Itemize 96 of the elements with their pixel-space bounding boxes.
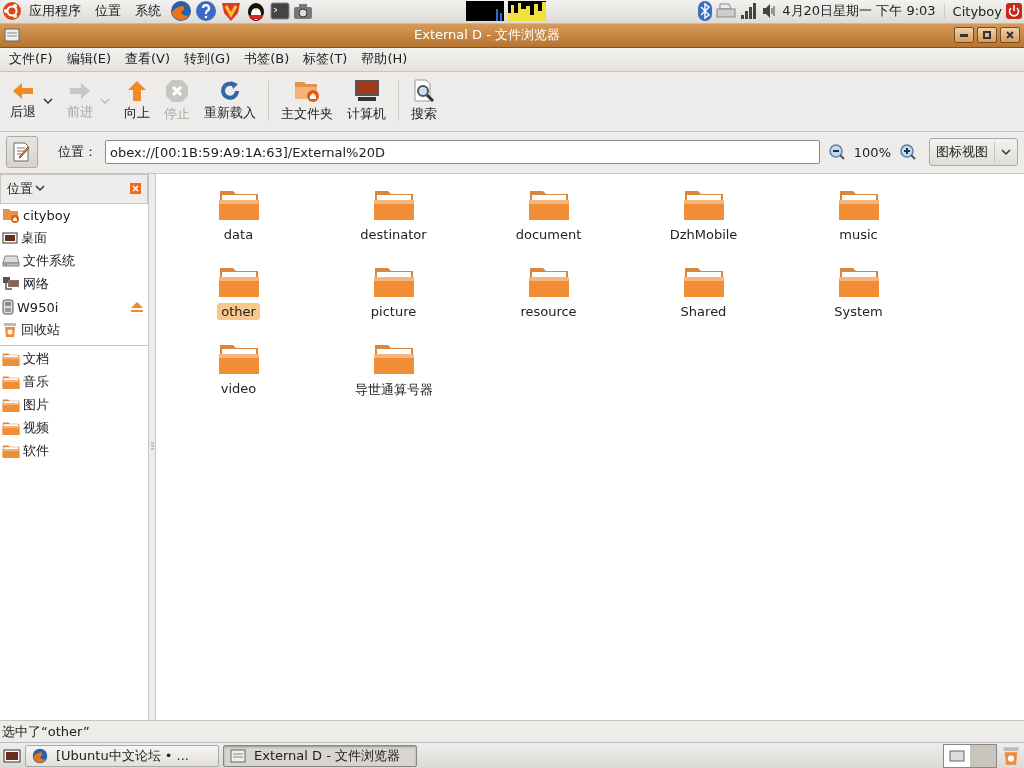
menu-item[interactable]: 查看(V) [118,50,178,69]
maximize-icon [983,31,991,40]
minimize-button[interactable] [954,27,974,44]
location-toggle-button[interactable] [6,136,38,169]
resize-grip-icon[interactable] [150,442,154,452]
toolbar-button[interactable]: 计算机 [341,75,392,128]
computer-icon [353,79,380,104]
shield-icon[interactable] [220,0,242,23]
note-pencil-icon [12,142,32,163]
file-name[interactable]: data [219,225,258,243]
signal-bars-icon[interactable] [740,2,759,21]
sidebar-header[interactable]: 位置 [7,179,33,198]
forward-arrow-icon [69,81,91,102]
sidebar-item[interactable]: W950i [0,295,148,319]
toolbar-button[interactable]: 主文件夹 [275,75,339,128]
zoom-out-icon[interactable] [827,143,846,162]
system-monitor-graph[interactable] [507,1,546,22]
help-icon[interactable] [195,0,217,23]
sidebar-item[interactable]: 文件系统 [0,249,148,273]
header-caret-icon[interactable] [35,185,45,193]
file-name[interactable]: Shared [676,302,731,320]
panel-menu[interactable]: 应用程序 [22,2,88,21]
globe-fox-icon [32,747,48,764]
close-icon [1006,31,1014,40]
clock[interactable]: 4月20日星期一 下午 9:03 [782,2,936,21]
file-name[interactable]: DzhMobile [665,225,742,243]
search-icon [412,79,436,104]
zoom-level: 100% [853,144,891,160]
window-title: External D - 文件浏览器 [412,26,561,45]
file-name[interactable]: document [511,225,586,243]
sidebar-item[interactable]: 网络 [0,272,148,296]
status-text: 选中了“other” [2,722,90,741]
menu-item[interactable]: 编辑(E) [59,50,118,69]
menu-item[interactable]: 帮助(H) [354,50,415,69]
ubuntu-logo-icon[interactable] [2,1,22,22]
show-desktop-icon[interactable] [3,747,21,764]
globe-fox-icon[interactable] [170,0,192,23]
minimize-icon [960,33,968,37]
panel-menu[interactable]: 系统 [128,2,168,21]
sidebar-item[interactable]: 图片 [0,393,148,417]
location-field[interactable]: obex://[00:1B:59:A9:1A:63]/External%20D [105,140,820,165]
view-mode-dropdown[interactable]: 图标视图 [929,138,1018,167]
phone-icon [2,299,14,316]
trash-icon[interactable] [1001,745,1021,766]
menu-item[interactable]: 转到(G) [177,50,238,69]
window-menu-icon[interactable] [4,28,20,43]
terminal-icon[interactable] [270,2,290,21]
sidebar-item[interactable]: 视频 [0,416,148,440]
sidebar-item[interactable]: 回收站 [0,318,148,342]
taskbar-button[interactable]: External D - 文件浏览器 [223,744,417,767]
file-name[interactable]: resource [516,302,581,320]
sidebar-item[interactable]: 音乐 [0,370,148,394]
history-caret-icon[interactable] [43,97,53,105]
file-name[interactable]: 导世通算号器 [350,379,437,400]
penguin-icon[interactable] [245,0,267,23]
close-icon[interactable] [130,183,141,195]
file-name[interactable]: other [217,302,260,320]
file-name[interactable]: destinator [356,225,431,243]
file-name[interactable]: picture [366,302,421,320]
drive-icon [2,255,20,268]
toolbar-button[interactable]: 重新载入 [198,75,262,128]
sidebar-item[interactable]: cityboy [0,203,148,227]
eject-icon[interactable] [130,301,144,314]
close-button[interactable] [1000,27,1020,44]
camera-icon[interactable] [293,2,313,21]
power-icon[interactable] [1006,3,1022,20]
file-name[interactable]: System [830,302,887,320]
menu-item[interactable]: 书签(B) [237,50,297,69]
file-cabinet-icon [230,748,246,763]
up-arrow-icon [127,80,147,103]
system-monitor-graph[interactable] [465,1,504,22]
menu-item[interactable]: 标签(T) [296,50,355,69]
zoom-in-icon[interactable] [899,143,917,162]
file-name[interactable]: music [835,225,882,243]
panel-menu[interactable]: 位置 [88,2,128,21]
user-name[interactable]: Cityboy [943,4,1002,19]
file-name[interactable]: video [216,379,261,397]
home-folder-icon [294,79,320,104]
taskbar-button[interactable]: [Ubuntu中文论坛 • ... [25,744,219,767]
toolbar-button[interactable]: 后退 [4,75,37,128]
maximize-button[interactable] [977,27,997,44]
sidebar-item[interactable]: 文档 [0,347,148,371]
toolbar-button[interactable]: 搜索 [405,75,443,128]
workspace-switcher[interactable] [943,743,997,768]
sidebar-item[interactable]: 桌面 [0,226,148,250]
stop-icon [165,79,189,104]
window-thumbnail-icon [949,749,965,762]
caret-icon[interactable] [1001,148,1011,156]
network-icon [2,276,20,293]
bluetooth-icon[interactable] [698,1,713,22]
menu-item[interactable]: 文件(F) [2,50,60,69]
back-arrow-icon [12,81,34,102]
reload-icon [219,80,241,103]
toolbar-button[interactable]: 向上 [118,75,156,128]
sidebar-item[interactable]: 软件 [0,439,148,463]
location-label: 位置： [58,143,97,162]
